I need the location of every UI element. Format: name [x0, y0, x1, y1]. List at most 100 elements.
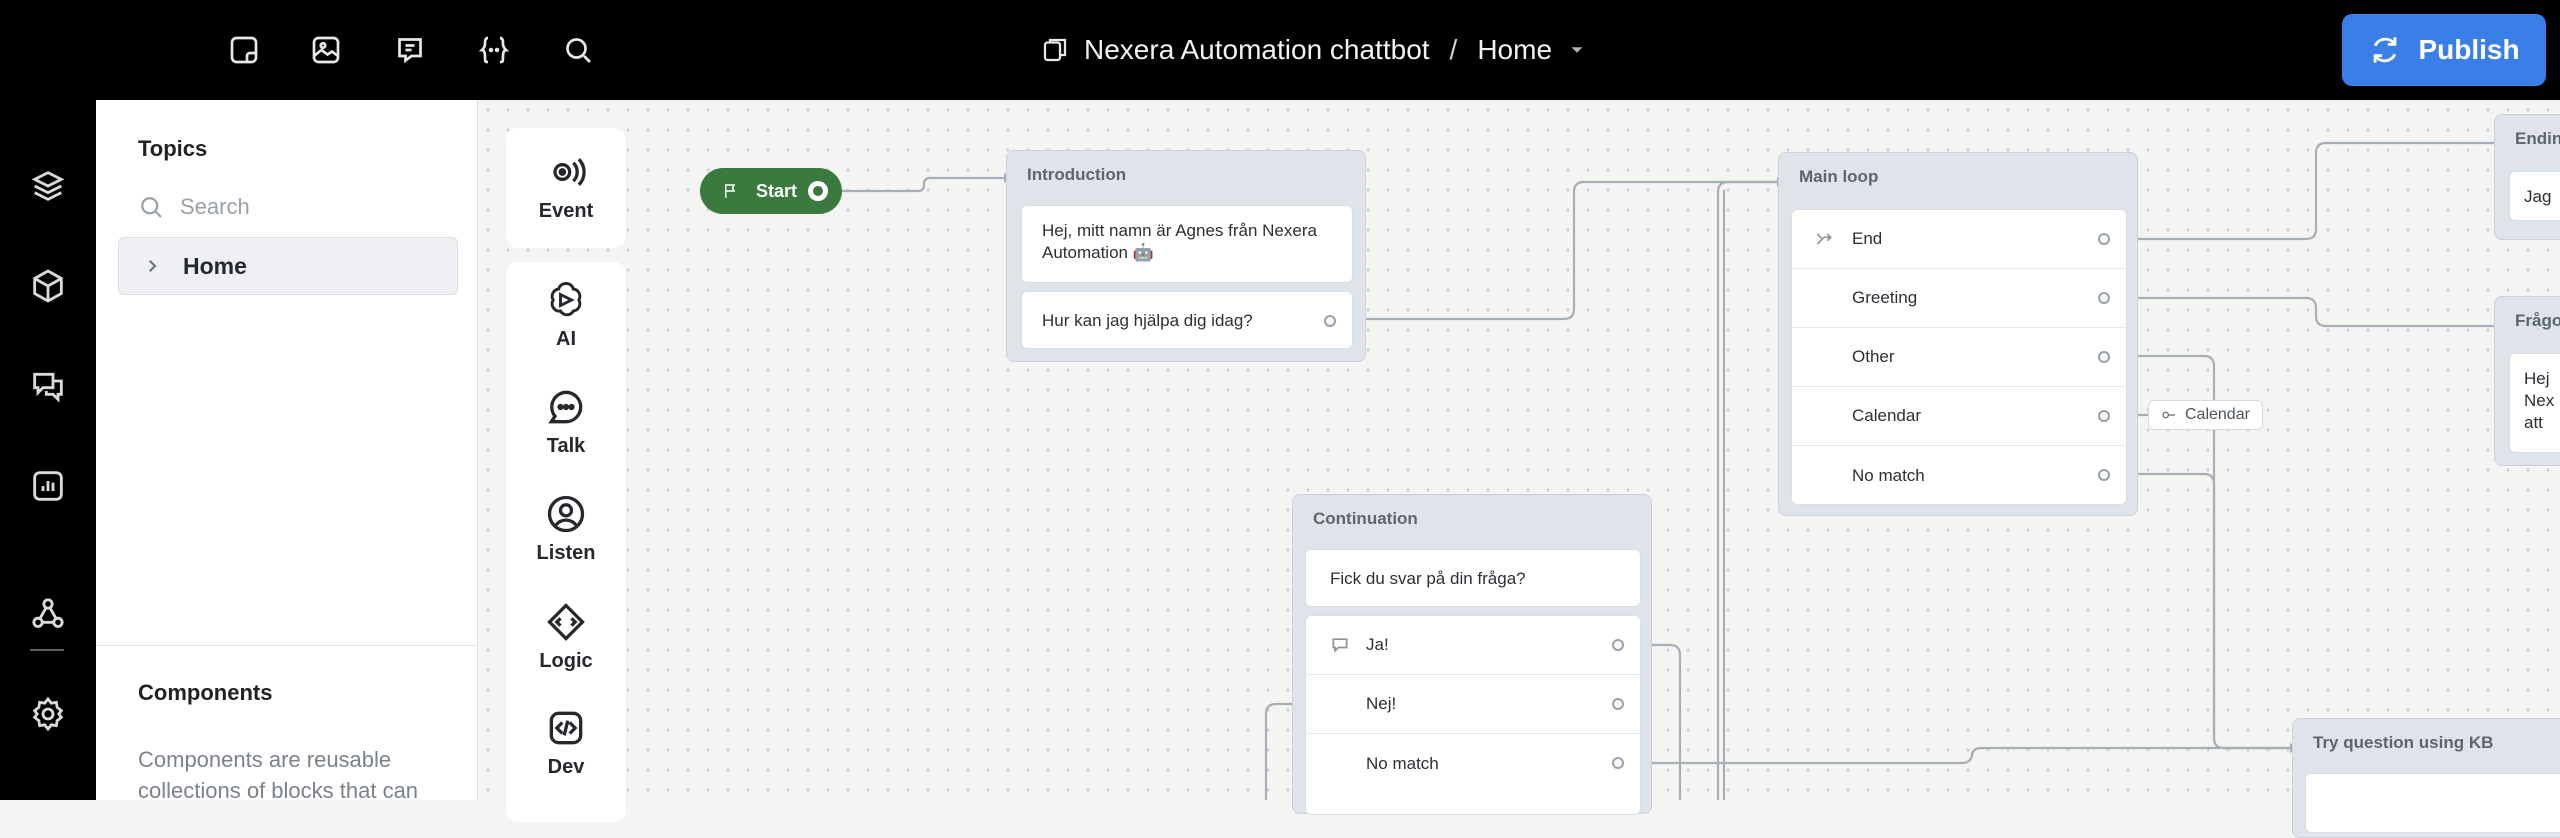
path-row[interactable]: No match: [1792, 446, 2126, 505]
block-title: Try question using KB: [2313, 733, 2494, 752]
block-try-kb[interactable]: Try question using KB: [2292, 718, 2560, 838]
path-label: Other: [1852, 347, 1895, 366]
palette-item-label: Talk: [546, 435, 586, 457]
path-label: End: [1852, 229, 1883, 248]
chevron-down-icon[interactable]: [1566, 39, 1588, 61]
chat-icon: [1332, 638, 1348, 653]
event-icon: [553, 158, 586, 186]
search-icon: [141, 197, 162, 218]
palette-item-listen[interactable]: Listen: [506, 492, 626, 565]
project-icon: [1043, 38, 1067, 62]
palette-item-label: Listen: [536, 542, 596, 564]
palette-item-logic[interactable]: Logic: [506, 600, 626, 673]
output-port[interactable]: [2098, 351, 2110, 363]
top-bar: Nexera Automation chattbot / Home Publis…: [0, 0, 2560, 100]
listen-icon: [547, 495, 585, 533]
choice-row[interactable]: Nej!: [1306, 675, 1640, 734]
block-title: Introduction: [1027, 165, 1127, 184]
components-title: Components: [138, 680, 273, 705]
message-text: Jag: [2524, 187, 2552, 206]
paths-step[interactable]: End Greeting Other Calendar No match: [1791, 209, 2127, 505]
topics-title: Topics: [138, 136, 208, 161]
message-text: Hej, mitt namn är Agnes från Nexera Auto…: [1042, 221, 1317, 262]
palette-item-dev[interactable]: Dev: [506, 706, 626, 779]
integrations-icon[interactable]: [28, 594, 68, 634]
message-line: Nex: [2524, 391, 2555, 410]
settings-icon[interactable]: [28, 694, 68, 734]
chevron-right-icon[interactable]: [143, 257, 161, 275]
publish-button[interactable]: Publish: [2342, 14, 2546, 86]
ai-icon: [550, 282, 582, 317]
palette-item-label: Event: [538, 200, 594, 222]
message-step[interactable]: Hej, mitt namn är Agnes från Nexera Auto…: [1021, 205, 1353, 283]
message-line: att: [2524, 413, 2543, 432]
choice-row[interactable]: Ja!: [1306, 616, 1640, 675]
path-row[interactable]: Calendar: [1792, 387, 2126, 446]
message-line: Hej: [2524, 369, 2550, 388]
topic-item-home[interactable]: Home: [118, 237, 458, 295]
output-port[interactable]: [2098, 469, 2110, 481]
block-continuation[interactable]: Continuation Fick du svar på din fråga? …: [1292, 494, 1652, 815]
palette-item-label: AI: [556, 328, 576, 350]
message-text: Fick du svar på din fråga?: [1330, 569, 1526, 588]
refresh-icon: [2374, 37, 2397, 63]
path-row[interactable]: Other: [1792, 328, 2126, 387]
breadcrumb[interactable]: Nexera Automation chattbot / Home: [1040, 0, 1588, 100]
choice-label: Ja!: [1366, 635, 1389, 654]
block-ending[interactable]: Endin Jag: [2494, 114, 2560, 240]
rail-divider: [30, 649, 64, 651]
talk-icon: [548, 390, 583, 424]
kb-step[interactable]: [2305, 773, 2560, 833]
block-introduction[interactable]: Introduction Hej, mitt namn är Agnes frå…: [1006, 150, 1366, 362]
sticky-note-icon[interactable]: [226, 32, 262, 68]
flag-icon: [725, 184, 736, 198]
branch-icon: [1816, 233, 1832, 245]
block-main-loop[interactable]: Main loop End Greeting Other Calendar No…: [1778, 152, 2138, 516]
choice-row[interactable]: No match: [1306, 734, 1640, 793]
question-step[interactable]: Hur kan jag hjälpa dig idag?: [1021, 291, 1353, 349]
palette-item-talk[interactable]: Talk: [506, 385, 626, 458]
output-port[interactable]: [2098, 233, 2110, 245]
image-icon[interactable]: [308, 32, 344, 68]
block-fraga[interactable]: Frågo Hej Nex att: [2494, 296, 2560, 466]
palette-item-label: Logic: [539, 650, 593, 672]
conversations-icon[interactable]: [28, 366, 68, 406]
analytics-icon[interactable]: [28, 466, 68, 506]
comment-icon[interactable]: [392, 32, 428, 68]
palette-item-event[interactable]: Event: [506, 150, 626, 223]
block-title: Frågo: [2515, 311, 2560, 330]
left-rail: [0, 100, 96, 800]
start-port[interactable]: [808, 181, 828, 201]
path-row[interactable]: End: [1792, 210, 2126, 269]
path-row[interactable]: Greeting: [1792, 269, 2126, 328]
search-icon[interactable]: [560, 32, 596, 68]
message-step[interactable]: Hej Nex att: [2509, 353, 2560, 453]
project-name[interactable]: Nexera Automation chattbot: [1084, 34, 1430, 66]
path-label: Greeting: [1852, 288, 1918, 307]
choice-step[interactable]: Ja! Nej! No match: [1305, 615, 1641, 815]
message-step[interactable]: Jag: [2509, 171, 2560, 221]
topics-search[interactable]: Search: [136, 192, 250, 222]
topic-item-label: Home: [183, 252, 247, 279]
output-port[interactable]: [2098, 410, 2110, 422]
output-port[interactable]: [2098, 292, 2110, 304]
message-step[interactable]: Fick du svar på din fråga?: [1305, 549, 1641, 607]
choice-label: Nej!: [1366, 694, 1397, 713]
output-port[interactable]: [1612, 698, 1624, 710]
calendar-link-chip[interactable]: Calendar: [2148, 400, 2263, 430]
block-title: Main loop: [1799, 167, 1879, 186]
cube-icon[interactable]: [28, 266, 68, 306]
output-port[interactable]: [1612, 639, 1624, 651]
layers-icon[interactable]: [28, 166, 68, 206]
link-icon: [2162, 411, 2175, 419]
output-port[interactable]: [1612, 757, 1624, 769]
search-input[interactable]: Search: [180, 194, 250, 220]
output-port[interactable]: [1324, 315, 1336, 327]
page-name[interactable]: Home: [1477, 34, 1552, 66]
components-description: Components are reusable collections of b…: [138, 747, 419, 803]
variable-icon[interactable]: [476, 32, 512, 68]
path-label: No match: [1852, 465, 1925, 485]
dev-icon: [549, 711, 583, 745]
panel-divider: [96, 645, 478, 646]
palette-item-ai[interactable]: AI: [506, 278, 626, 351]
